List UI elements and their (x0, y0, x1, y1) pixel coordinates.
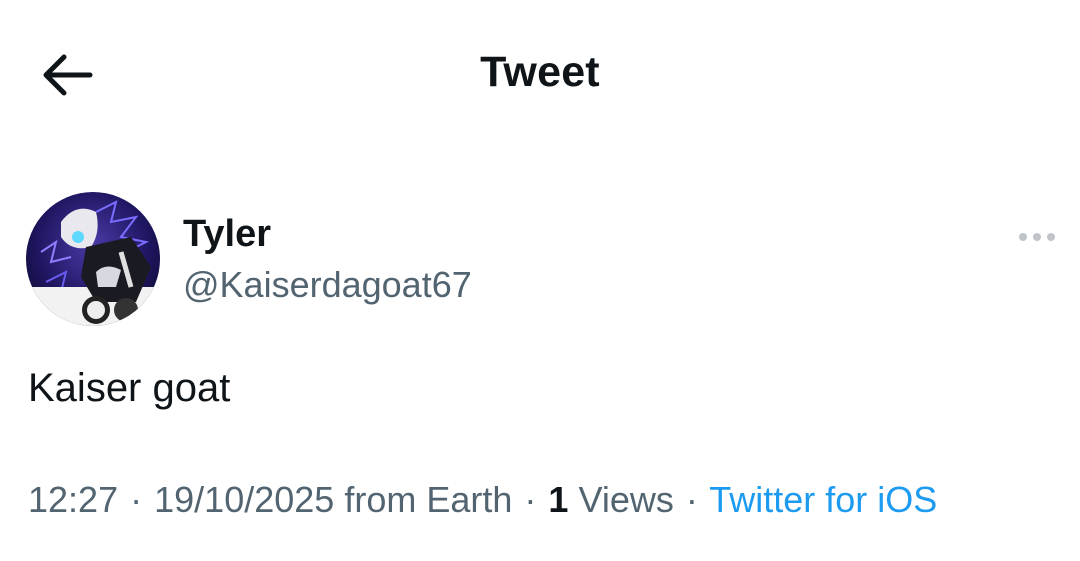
avatar[interactable] (26, 192, 160, 326)
tweet-metadata: 12:27 · 19/10/2025 from Earth · 1 Views … (28, 479, 937, 521)
tweet-location: from Earth (344, 479, 513, 520)
profile-picture (26, 192, 160, 326)
display-name[interactable]: Tyler (183, 213, 271, 256)
more-horizontal-icon (1019, 233, 1055, 241)
views-count[interactable]: 1 (548, 479, 568, 520)
tweet-date[interactable]: 19/10/2025 (154, 479, 334, 520)
views-label[interactable]: Views (578, 479, 673, 520)
separator-dot: · (130, 479, 143, 520)
tweet-time[interactable]: 12:27 (28, 479, 118, 520)
source-link[interactable]: Twitter for iOS (709, 479, 937, 520)
page-title: Tweet (480, 48, 600, 96)
more-options-button[interactable] (1012, 222, 1062, 252)
separator-dot: · (685, 479, 698, 520)
separator-dot: · (524, 479, 537, 520)
tweet-text: Kaiser goat (28, 366, 231, 410)
user-handle[interactable]: @Kaiserdagoat67 (183, 264, 472, 306)
